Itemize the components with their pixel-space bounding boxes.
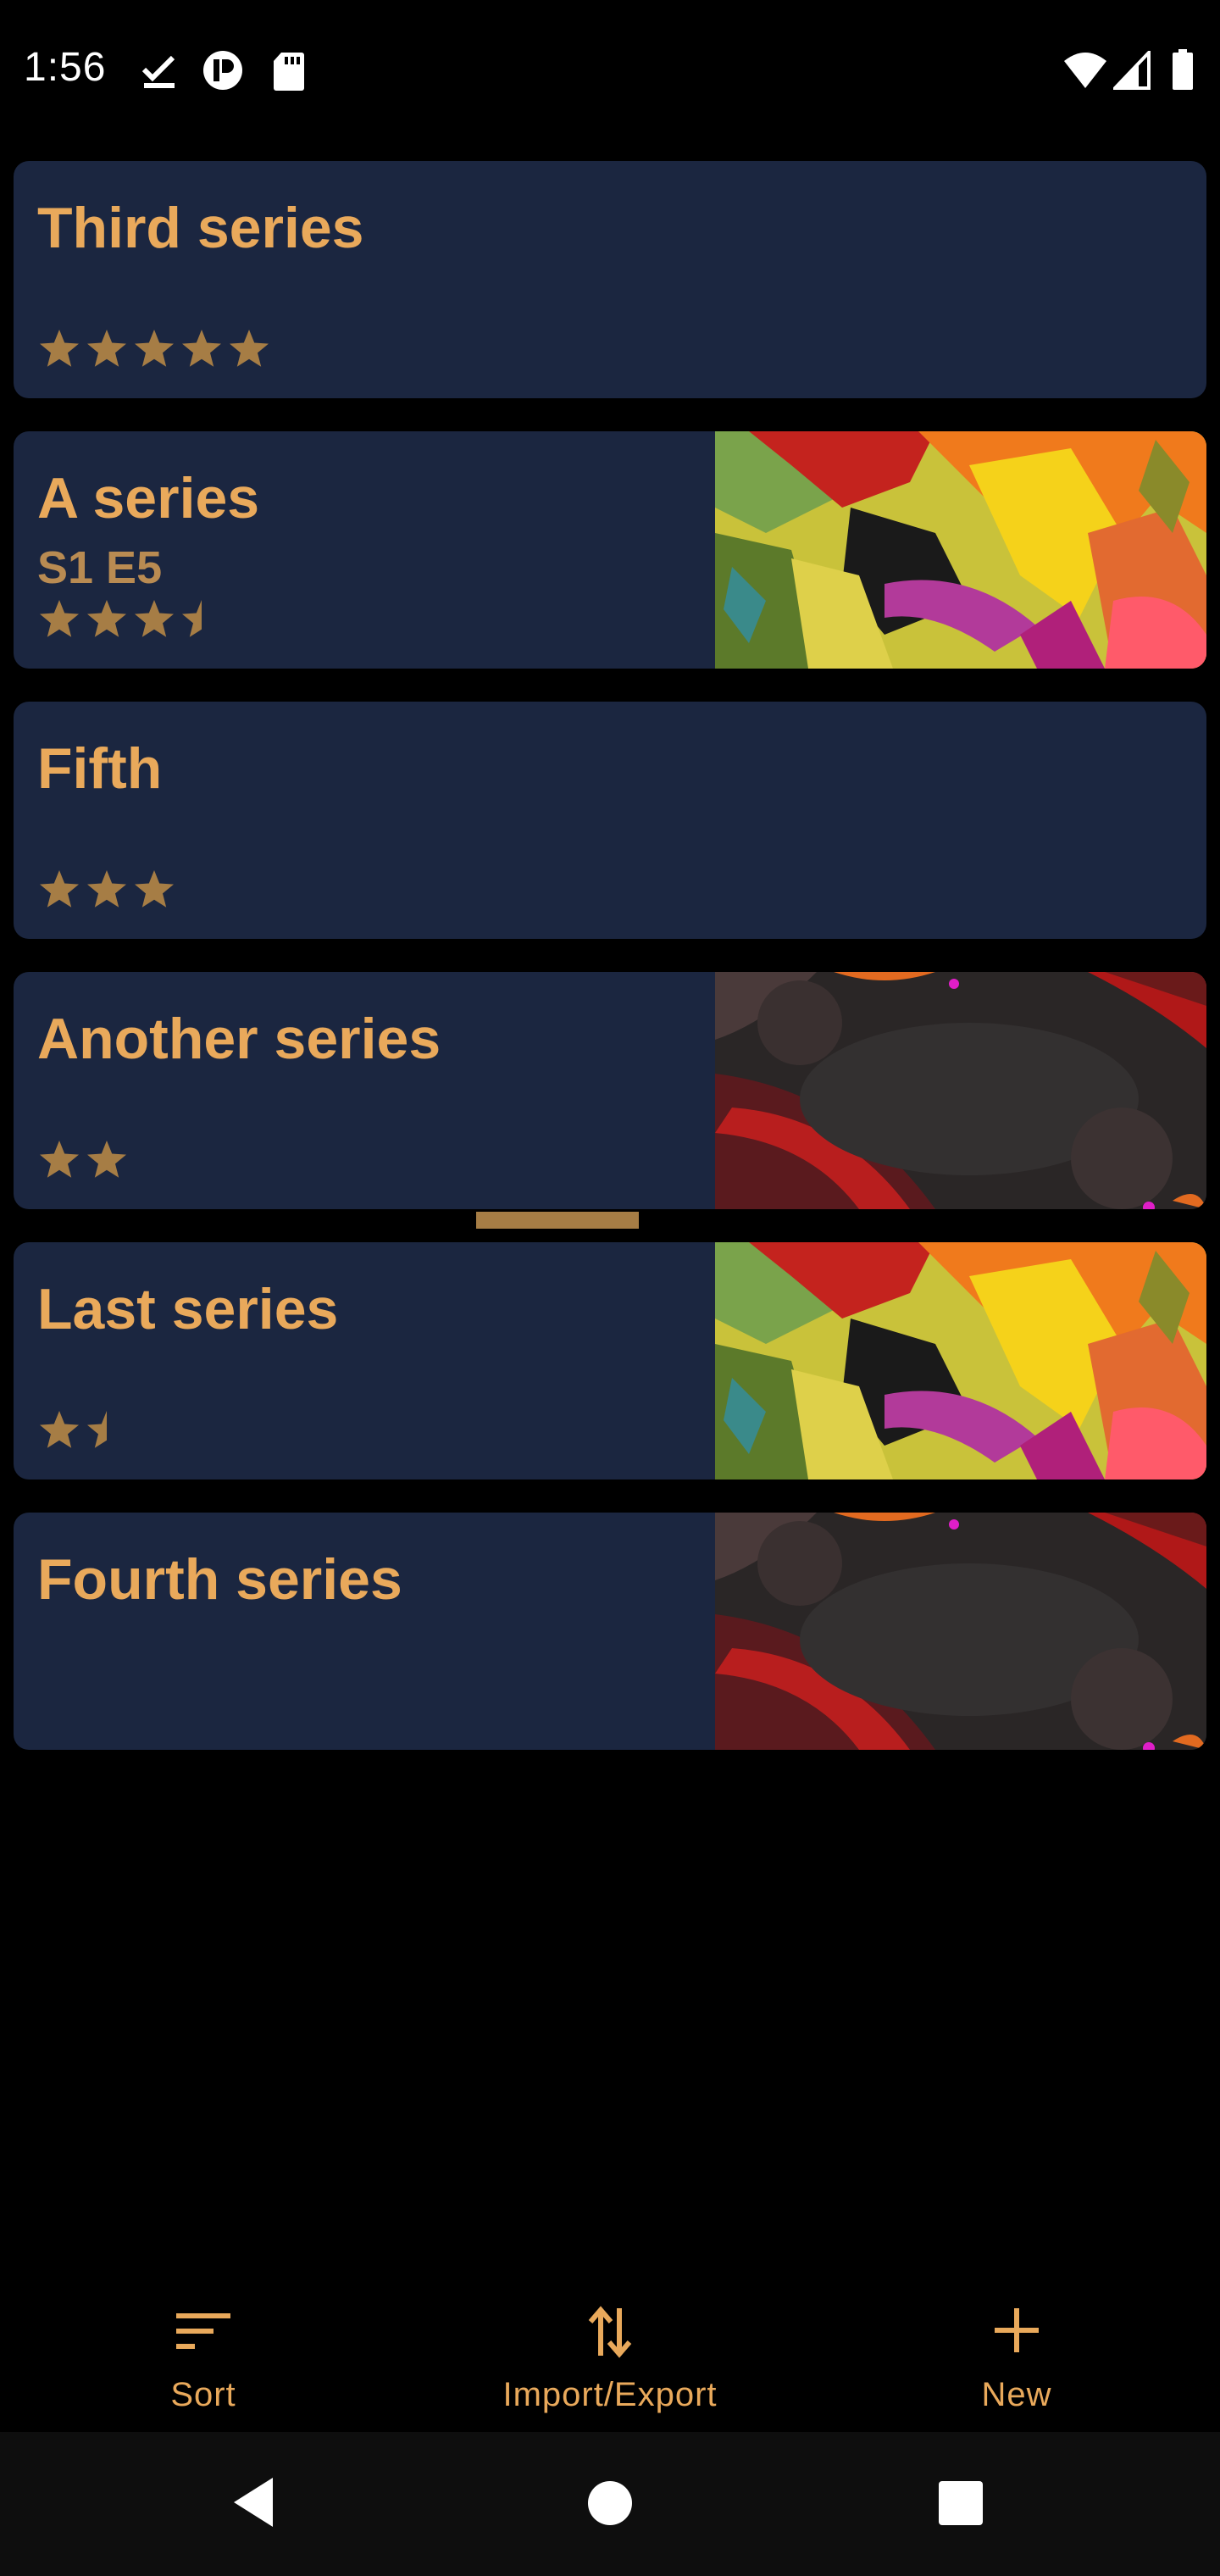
status-bar: 1:56: [0, 0, 1220, 149]
add-icon: [995, 2308, 1039, 2352]
star-icon: [87, 330, 126, 367]
battery-icon: [1173, 49, 1193, 90]
system-navigation-bar: [0, 2432, 1220, 2576]
recents-icon[interactable]: [937, 2479, 984, 2527]
series-card[interactable]: Last series: [14, 1242, 1206, 1480]
series-card[interactable]: Fourth series: [14, 1513, 1206, 1750]
wifi-icon: [1064, 53, 1106, 88]
series-title: Third series: [37, 196, 364, 260]
star-icon: [230, 330, 269, 367]
rating-stars: [37, 597, 227, 641]
sort-icon: [176, 2313, 230, 2349]
star-icon: [40, 330, 79, 367]
series-title: Fourth series: [37, 1547, 402, 1612]
import-export-label: Import/Export: [502, 2376, 718, 2413]
series-list[interactable]: Third series A series S1 E5 Fifth Another s…: [14, 161, 1206, 1783]
series-thumbnail: [715, 1513, 1206, 1750]
series-card[interactable]: Another series: [14, 972, 1206, 1209]
signal-icon: [1113, 51, 1151, 90]
star-icon: [40, 1141, 79, 1178]
star-icon: [87, 600, 126, 637]
rating-stars: [37, 868, 180, 912]
star-icon: [87, 870, 126, 908]
scrollbar-handle[interactable]: [476, 1212, 639, 1229]
series-title: A series: [37, 466, 260, 530]
rating-stars: [37, 1138, 132, 1182]
download-done-icon: [141, 55, 175, 88]
sort-label: Sort: [170, 2376, 236, 2413]
import-export-button[interactable]: Import/Export: [441, 2279, 779, 2432]
star-icon: [135, 600, 174, 637]
new-button[interactable]: New: [847, 2279, 1186, 2432]
series-title: Fifth: [37, 736, 163, 801]
new-label: New: [981, 2376, 1052, 2413]
sort-button[interactable]: Sort: [34, 2279, 373, 2432]
series-card[interactable]: Third series: [14, 161, 1206, 398]
star-icon: [40, 1411, 79, 1448]
star-icon: [135, 330, 174, 367]
series-card[interactable]: A series S1 E5: [14, 431, 1206, 669]
star-icon: [40, 600, 79, 637]
back-icon[interactable]: [229, 2474, 280, 2530]
star-half-icon: [87, 1411, 107, 1448]
series-card[interactable]: Fifth: [14, 702, 1206, 939]
home-icon[interactable]: [585, 2478, 635, 2529]
rating-stars: [37, 1408, 132, 1452]
series-thumbnail: [715, 431, 1206, 669]
series-title: Last series: [37, 1277, 339, 1341]
star-icon: [182, 330, 221, 367]
series-title: Another series: [37, 1007, 441, 1071]
rating-stars: [37, 327, 274, 371]
star-half-icon: [182, 600, 202, 637]
import-export-icon: [588, 2306, 632, 2358]
status-time: 1:56: [24, 45, 107, 90]
bottom-toolbar: Sort Import/Export New: [0, 2279, 1220, 2432]
series-thumbnail: [715, 1242, 1206, 1480]
star-icon: [87, 1141, 126, 1178]
star-icon: [135, 870, 174, 908]
app-p-icon: [203, 51, 242, 90]
sd-card-icon: [274, 53, 304, 91]
series-progress: S1 E5: [37, 542, 163, 593]
series-thumbnail: [715, 972, 1206, 1209]
star-icon: [40, 870, 79, 908]
